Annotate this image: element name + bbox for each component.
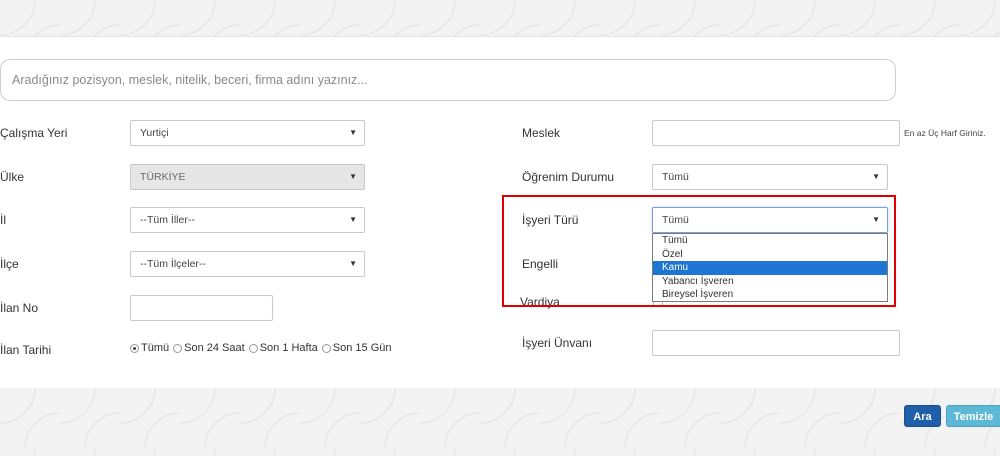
keyword-search-input[interactable] bbox=[0, 59, 896, 101]
dropdown-option-kamu[interactable]: Kamu bbox=[653, 261, 887, 275]
caret-down-icon: ▼ bbox=[349, 172, 357, 181]
caret-down-icon: ▼ bbox=[872, 215, 880, 224]
dropdown-option-tumu[interactable]: Tümü bbox=[653, 234, 887, 248]
ogrenim-durumu-select[interactable]: Tümü ▼ bbox=[652, 164, 888, 190]
caret-down-icon: ▼ bbox=[349, 128, 357, 137]
vardiya-label: Vardiya bbox=[520, 295, 560, 309]
radio-unchecked-icon bbox=[321, 343, 331, 353]
isyeri-turu-select[interactable]: Tümü ▼ bbox=[652, 207, 888, 233]
isyeri-turu-dropdown-list: Tümü Özel Kamu Yabancı İşveren Bireysel … bbox=[652, 233, 888, 302]
radio-checked-icon bbox=[130, 343, 139, 353]
radio-label: Tümü bbox=[141, 342, 170, 354]
meslek-input[interactable] bbox=[652, 120, 900, 146]
engelli-label: Engelli bbox=[522, 257, 559, 271]
meslek-hint: En az Üç Harf Giriniz. bbox=[904, 128, 986, 138]
dropdown-option-bireysel-isveren[interactable]: Bireysel İşveren bbox=[653, 288, 887, 302]
background-pattern-bottom bbox=[0, 388, 1000, 456]
ilan-no-label: İlan No bbox=[0, 301, 39, 315]
calisma-yeri-value: Yurtiçi bbox=[140, 127, 169, 139]
ogrenim-durumu-value: Tümü bbox=[662, 171, 689, 183]
dropdown-option-ozel[interactable]: Özel bbox=[653, 248, 887, 262]
il-label: İl bbox=[0, 213, 6, 227]
dropdown-option-yabanci-isveren[interactable]: Yabancı İşveren bbox=[653, 275, 887, 289]
caret-down-icon: ▼ bbox=[349, 259, 357, 268]
calisma-yeri-select[interactable]: Yurtiçi ▼ bbox=[130, 120, 365, 146]
radio-tumu[interactable]: Tümü bbox=[130, 342, 169, 354]
ulke-label: Ülke bbox=[0, 170, 25, 184]
meslek-label: Meslek bbox=[522, 126, 561, 140]
radio-label: Son 24 Saat bbox=[184, 342, 245, 354]
radio-label: Son 1 Hafta bbox=[259, 342, 318, 354]
isyeri-turu-value: Tümü bbox=[662, 214, 689, 226]
ogrenim-durumu-label: Öğrenim Durumu bbox=[522, 170, 615, 184]
isyeri-unvani-input[interactable] bbox=[652, 330, 900, 356]
radio-son-15-gun[interactable]: Son 15 Gün bbox=[321, 342, 392, 354]
ara-button[interactable]: Ara bbox=[904, 405, 941, 427]
background-pattern-top bbox=[0, 0, 1000, 36]
ulke-select: TÜRKİYE ▼ bbox=[130, 164, 365, 190]
radio-unchecked-icon bbox=[173, 343, 183, 353]
caret-down-icon: ▼ bbox=[872, 172, 880, 181]
radio-unchecked-icon bbox=[248, 343, 258, 353]
ilce-label: İlçe bbox=[0, 257, 19, 271]
radio-son-1-hafta[interactable]: Son 1 Hafta bbox=[248, 342, 318, 354]
isyeri-unvani-label: İşyeri Ünvanı bbox=[522, 336, 593, 350]
isyeri-turu-label: İşyeri Türü bbox=[522, 213, 579, 227]
radio-son-24-saat[interactable]: Son 24 Saat bbox=[173, 342, 245, 354]
ilan-tarihi-label: İlan Tarihi bbox=[0, 343, 52, 357]
ilce-select[interactable]: --Tüm İlçeler-- ▼ bbox=[130, 251, 365, 277]
temizle-button[interactable]: Temizle bbox=[946, 405, 1000, 427]
il-value: --Tüm İller-- bbox=[140, 214, 195, 226]
il-select[interactable]: --Tüm İller-- ▼ bbox=[130, 207, 365, 233]
calisma-yeri-label: Çalışma Yeri bbox=[0, 126, 68, 140]
ilan-tarihi-radio-group: Tümü Son 24 Saat Son 1 Hafta Son 15 Gün bbox=[130, 340, 396, 356]
ilan-no-input[interactable] bbox=[130, 295, 273, 321]
caret-down-icon: ▼ bbox=[349, 215, 357, 224]
ulke-value: TÜRKİYE bbox=[140, 171, 186, 183]
radio-label: Son 15 Gün bbox=[332, 342, 392, 354]
ilce-value: --Tüm İlçeler-- bbox=[140, 258, 206, 270]
